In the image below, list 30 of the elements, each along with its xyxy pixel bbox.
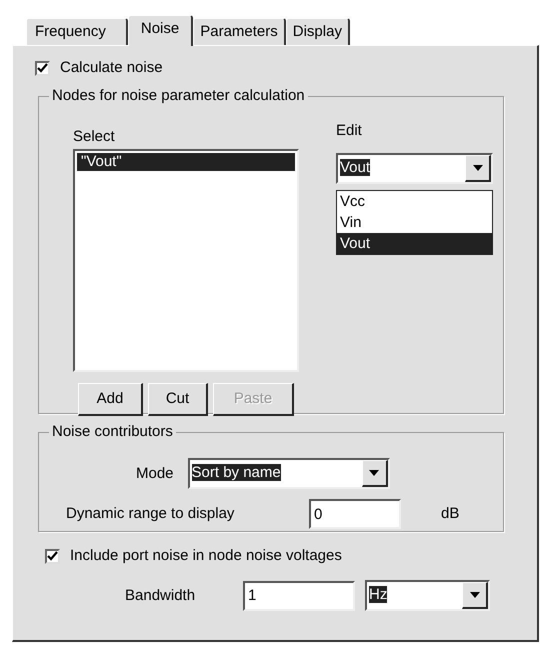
selected-value: Vout [340, 159, 370, 176]
dialog-button[interactable]: Cut [148, 383, 208, 416]
group-title: Nodes for noise parameter calculation [49, 86, 308, 106]
tab[interactable]: Noise [128, 15, 194, 46]
tab[interactable]: Frequency [26, 18, 128, 45]
checkbox[interactable] [35, 60, 50, 76]
tab[interactable]: Parameters [193, 18, 286, 45]
select-list[interactable]: "Vout" [73, 149, 299, 372]
list-item[interactable]: "Vout" [77, 153, 295, 171]
dropdown-option[interactable]: Vcc [337, 191, 492, 212]
selected-value: Hz [369, 586, 388, 603]
range-label: Dynamic range to display [66, 504, 236, 524]
edit-label: Edit [336, 121, 363, 141]
checkbox-label: Calculate noise [60, 58, 163, 78]
dropdown-option[interactable]: Vout [337, 233, 492, 254]
unit-dropdown[interactable]: Hz [365, 580, 490, 611]
checkbox[interactable] [45, 548, 60, 564]
tab[interactable]: Display [286, 18, 350, 45]
selected-value: Sort by name [192, 464, 281, 481]
bandwidth-input[interactable]: 1 [243, 580, 355, 610]
select-label: Select [73, 127, 116, 147]
range-input[interactable]: 0 [309, 499, 401, 529]
dropdown-option[interactable]: Vin [337, 212, 492, 233]
checkbox-label: Include port noise in node noise voltages [70, 546, 342, 566]
mode-label: Mode [136, 464, 174, 484]
edit-dropdown[interactable]: Vout [336, 153, 493, 184]
mode-dropdown[interactable]: Sort by name [188, 458, 390, 489]
dialog-button[interactable]: Add [78, 383, 143, 416]
unit-label: dB [441, 504, 460, 524]
bandwidth-label: Bandwidth [125, 586, 196, 606]
